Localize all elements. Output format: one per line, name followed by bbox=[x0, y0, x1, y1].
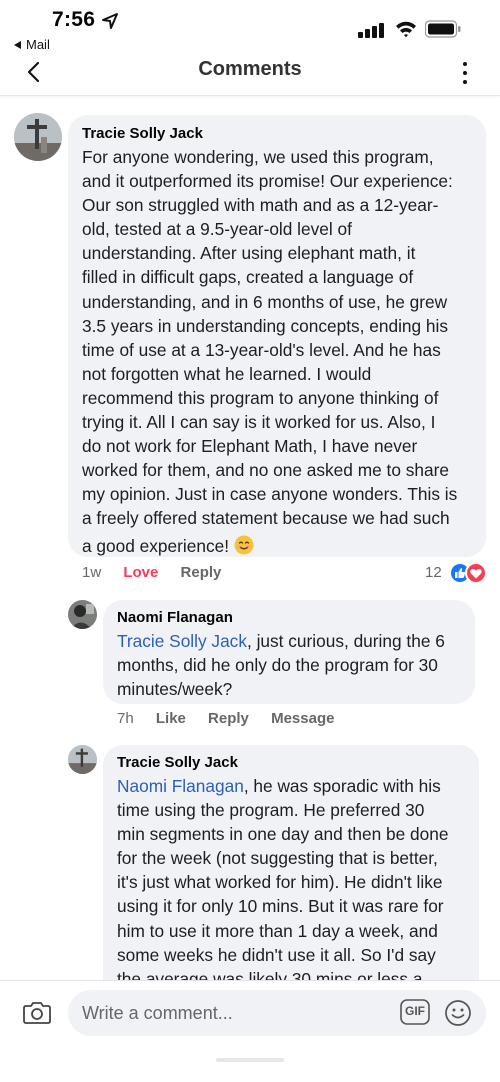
status-bar: 7:56 Mail bbox=[0, 0, 500, 52]
comment-line: for the week (not suggesting that is bet… bbox=[117, 848, 438, 869]
comment-text: Naomi Flanagan, he was sporadic with his… bbox=[117, 774, 477, 991]
comment-line: trying it. All I can say is it worked fo… bbox=[82, 412, 436, 433]
avatar-photo-image bbox=[68, 600, 97, 629]
back-to-app-link[interactable]: Mail bbox=[14, 37, 50, 52]
avatar-cross-image bbox=[14, 113, 62, 161]
comment-line-text: , just curious, during the 6 bbox=[246, 631, 445, 651]
comment-line: do not work for Elephant Math, I have ne… bbox=[82, 436, 418, 457]
avatar[interactable] bbox=[68, 745, 97, 774]
comment-bubble: Tracie Solly Jack For anyone wondering, … bbox=[68, 115, 486, 557]
comment-author[interactable]: Naomi Flanagan bbox=[117, 609, 473, 626]
battery-icon bbox=[425, 20, 461, 38]
status-time: 7:56 bbox=[52, 8, 96, 31]
message-button[interactable]: Message bbox=[271, 710, 334, 727]
cellular-signal-icon bbox=[358, 22, 386, 38]
comment-actions: 1w Love Reply bbox=[82, 564, 239, 581]
comment-text: Tracie Solly Jack, just curious, during … bbox=[117, 629, 473, 701]
comment-line: worked for them, and no one asked me to … bbox=[82, 460, 449, 481]
comment-line: minutes/week? bbox=[117, 679, 233, 700]
smiling-face-emoji-icon bbox=[234, 535, 254, 554]
avatar-cross-image bbox=[68, 745, 97, 774]
back-app-label: Mail bbox=[26, 37, 50, 52]
comment-line: time using the program. He preferred 30 bbox=[117, 800, 425, 821]
comment-line: filled in difficult gaps, created a lang… bbox=[82, 267, 414, 288]
emoji-picker-icon[interactable] bbox=[444, 999, 472, 1027]
comment-line: a freely offered statement because we ha… bbox=[82, 508, 450, 529]
comment-line: Tracie Solly Jack, just curious, during … bbox=[117, 629, 473, 653]
comment-line: not forgotten what he learned. I would bbox=[82, 363, 372, 384]
comment-line: months, did he only do the program for 3… bbox=[117, 655, 438, 676]
comment-timestamp: 7h bbox=[117, 710, 134, 727]
comment-line: my opinion. Just in case anyone wonders.… bbox=[82, 484, 458, 505]
comment-line: him to use it more than 1 day a week, an… bbox=[117, 920, 438, 941]
comment-line: For anyone wondering, we used this progr… bbox=[82, 147, 434, 167]
comment-author[interactable]: Tracie Solly Jack bbox=[117, 754, 477, 771]
header: Comments bbox=[0, 52, 500, 96]
home-indicator bbox=[216, 1058, 284, 1062]
more-options-icon[interactable] bbox=[455, 60, 475, 86]
reply-button[interactable]: Reply bbox=[208, 710, 249, 727]
gif-button[interactable]: GIF bbox=[400, 999, 430, 1025]
love-button[interactable]: Love bbox=[123, 564, 158, 581]
comment-line: 3.5 years in understanding concepts, end… bbox=[82, 315, 449, 336]
love-reaction-icon bbox=[465, 562, 487, 584]
comment-line-text: a good experience! bbox=[82, 535, 230, 556]
reply-bubble: Tracie Solly Jack Naomi Flanagan, he was… bbox=[103, 745, 479, 995]
mention-link[interactable]: Tracie Solly Jack bbox=[117, 631, 247, 651]
comment-line: some weeks he didn't use it all. So I'd … bbox=[117, 944, 436, 965]
gif-label: GIF bbox=[405, 1004, 425, 1018]
comment-line: Naomi Flanagan, he was sporadic with his bbox=[117, 774, 477, 798]
reply-button[interactable]: Reply bbox=[181, 564, 222, 581]
like-button[interactable]: Like bbox=[156, 710, 186, 727]
comment-line: time of use at a 13-year-old's level. An… bbox=[82, 339, 441, 360]
reply-bubble: Naomi Flanagan Tracie Solly Jack, just c… bbox=[103, 600, 475, 704]
reaction-count: 12 bbox=[425, 564, 442, 581]
page-title: Comments bbox=[198, 58, 302, 80]
comment-line: understanding. After using elephant math… bbox=[82, 243, 416, 264]
comment-line: recommend this program to anyone thinkin… bbox=[82, 387, 439, 408]
comment-actions: 7h Like Reply Message bbox=[117, 710, 352, 727]
comment-line: understanding, and in 6 months of use, h… bbox=[82, 291, 448, 312]
comment-line: and it outperformed its promise! Our exp… bbox=[82, 171, 453, 192]
comment-text: For anyone wondering, we used this progr… bbox=[82, 145, 482, 558]
comment-line: using it for only 10 mins. But it was ra… bbox=[117, 896, 444, 917]
comment-line: old, tested at a 9.5-year-old level of bbox=[82, 219, 352, 240]
wifi-icon bbox=[396, 21, 416, 38]
camera-icon[interactable] bbox=[22, 997, 52, 1027]
comment-composer: GIF bbox=[0, 980, 500, 1082]
avatar[interactable] bbox=[14, 113, 62, 161]
comment-line: Our son struggled with math and as a 12-… bbox=[82, 195, 439, 216]
back-triangle-icon bbox=[14, 41, 21, 49]
comment-line: a good experience! bbox=[82, 534, 482, 558]
mention-link[interactable]: Naomi Flanagan bbox=[117, 776, 244, 796]
comment-line-text: , he was sporadic with his bbox=[243, 776, 441, 796]
comment-timestamp: 1w bbox=[82, 564, 102, 581]
comment-line: it's just what worked for him). He didn'… bbox=[117, 872, 443, 893]
avatar[interactable] bbox=[68, 600, 97, 629]
comment-line: min segments in one day and then be done bbox=[117, 824, 449, 845]
location-arrow-icon bbox=[102, 13, 118, 29]
comment-author[interactable]: Tracie Solly Jack bbox=[82, 125, 482, 142]
